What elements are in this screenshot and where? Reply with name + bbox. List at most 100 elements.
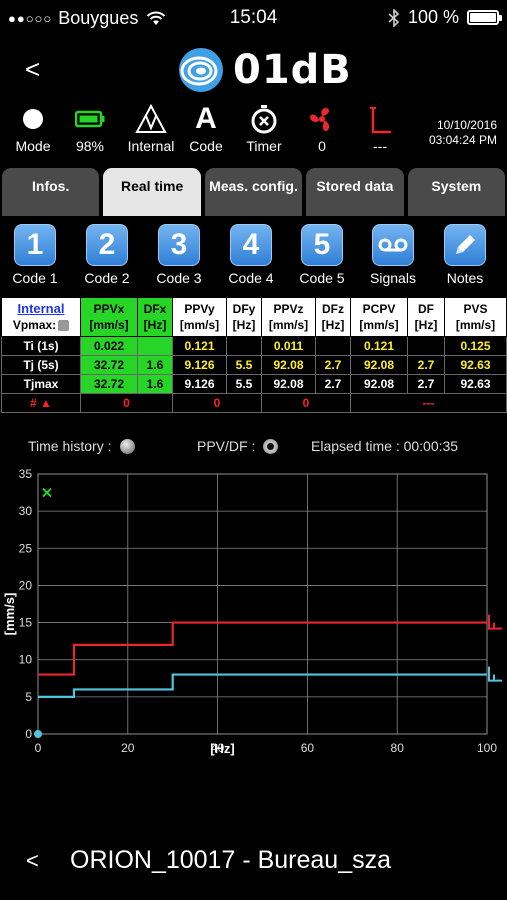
code-label: Code 3 (156, 270, 202, 286)
x-tick-label: 20 (121, 741, 135, 755)
table-row: Tjmax 32.72 1.6 9.126 5.5 92.08 2.7 92.0… (1, 374, 507, 394)
device-datetime: 10/10/2016 03:04:24 PM (429, 118, 497, 148)
plot-area (37, 473, 488, 735)
header-unit: [mm/s] (455, 318, 496, 332)
code-label: Code 1 (12, 270, 58, 286)
col-header-dfz: DFz [Hz] (315, 297, 351, 337)
indicator-label: Timer (246, 138, 282, 154)
header-unit: [Hz] (232, 318, 256, 332)
battery-percent: 100 % (407, 7, 459, 27)
table-cell: 92.08 (350, 355, 408, 375)
device-time: 03:04:24 PM (428, 133, 497, 147)
header-unit: [mm/s] (268, 318, 309, 332)
alarm-row: # ▲ 0 0 0 --- (1, 393, 507, 413)
row-label: Ti (1s) (1, 336, 81, 356)
table-cell: 9.126 (172, 355, 227, 375)
back-device-button[interactable]: < (26, 848, 39, 874)
voicemail-icon (372, 224, 414, 266)
signals-button[interactable]: Signals (353, 224, 433, 286)
code-label: Code 2 (84, 270, 130, 286)
series-end-marker-1 (488, 614, 502, 630)
indicator-code[interactable]: A Code (176, 102, 236, 154)
code-5-icon: 5 (301, 224, 343, 266)
table-corner: Internal Vpmax: (1, 297, 81, 337)
table-cell: 92.63 (444, 374, 507, 394)
vpmax-checkbox[interactable] (58, 320, 70, 332)
notes-button[interactable]: Notes (425, 224, 505, 286)
x-tick-label: 100 (477, 741, 497, 755)
table-cell: 5.5 (226, 355, 262, 375)
table-cell: 5.5 (226, 374, 262, 394)
header-name: DFy (232, 302, 256, 316)
code-4-button[interactable]: 4 Code 4 (211, 224, 291, 286)
table-cell: 32.72 (80, 374, 138, 394)
header-name: DFz (322, 302, 344, 316)
col-header-dfy: DFy [Hz] (226, 297, 262, 337)
y-tick-label: 0 (25, 727, 32, 741)
ppv-df-option[interactable]: PPV/DF : (197, 438, 279, 454)
code-2-button[interactable]: 2 Code 2 (67, 224, 147, 286)
internal-link[interactable]: Internal (3, 301, 80, 317)
indicator-trigger: --- (350, 104, 410, 154)
table-cell: 1.6 (137, 355, 173, 375)
x-axis-label: [Hz] (210, 741, 235, 756)
trigger-red-icon (370, 107, 391, 134)
table-cell: 92.08 (261, 355, 316, 375)
header-unit: [mm/s] (179, 318, 220, 332)
table-cell: 92.08 (261, 374, 316, 394)
code-4-icon: 4 (230, 224, 272, 266)
series-end-marker-2 (488, 666, 502, 682)
tab-stored-data[interactable]: Stored data (306, 168, 404, 216)
code-label: Notes (446, 270, 484, 286)
indicator-internal[interactable]: Internal (121, 104, 181, 154)
x-tick-label: 80 (391, 741, 405, 755)
code-buttons: 1 Code 1 2 Code 2 3 Code 3 4 Code 4 5 Co… (0, 224, 507, 292)
header-name: PPVy (184, 302, 215, 316)
ppv-df-radio[interactable] (263, 438, 279, 454)
tab-meas-config[interactable]: Meas. config. (204, 168, 303, 216)
timer-icon (251, 105, 277, 134)
code-3-button[interactable]: 3 Code 3 (139, 224, 219, 286)
indicator-timer[interactable]: Timer (234, 104, 294, 154)
tab-real-time[interactable]: Real time (103, 168, 201, 216)
col-header-ppvz: PPVz [mm/s] (261, 297, 316, 337)
tab-bar: Infos. Real time Meas. config. Stored da… (2, 168, 506, 216)
code-label: Code 4 (228, 270, 274, 286)
y-tick-label: 10 (19, 653, 33, 667)
measurement-table: Internal Vpmax: PPVx [mm/s] DFx [Hz] PPVy [… (1, 297, 507, 413)
indicator-bar: Mode 98% Internal A Code Timer 0 --- 10/… (0, 102, 507, 164)
table-row: Ti (1s) 0.022 0.121 0.011 0.121 0.125 (1, 336, 507, 356)
time-history-radio[interactable] (119, 438, 135, 454)
table-header-row: Internal Vpmax: PPVx [mm/s] DFx [Hz] PPVy [… (1, 297, 507, 337)
logo-rings-icon (179, 48, 223, 92)
time-history-label: Time history : (28, 438, 112, 454)
header-unit: [Hz] (143, 318, 167, 332)
indicator-label: 98% (75, 138, 105, 154)
col-header-df: DF [Hz] (407, 297, 445, 337)
vpmax-text: Vpmax: (12, 318, 57, 332)
back-button[interactable]: < (25, 54, 40, 85)
alarm-count-pcpv: --- (350, 393, 507, 413)
table-cell: 92.08 (350, 374, 408, 394)
data-point-2 (34, 730, 42, 738)
code-5-button[interactable]: 5 Code 5 (282, 224, 362, 286)
table-cell: 2.7 (315, 374, 351, 394)
tab-system[interactable]: System (407, 168, 506, 216)
elapsed-time: Elapsed time : 00:00:35 (311, 438, 458, 454)
code-2-icon: 2 (86, 224, 128, 266)
tab-infos[interactable]: Infos. (2, 168, 100, 216)
header-unit: [mm/s] (89, 318, 129, 332)
header-name: PCPV (362, 302, 396, 316)
table-cell: 2.7 (315, 355, 351, 375)
table-cell: 0.121 (172, 336, 227, 356)
indicator-label: --- (373, 138, 387, 154)
time-history-option[interactable]: Time history : (28, 438, 135, 454)
indicator-mode[interactable]: Mode (3, 104, 63, 154)
code-letter-icon: A (195, 102, 217, 135)
device-name: ORION_10017 - Bureau_sza (70, 846, 392, 874)
table-cell: 92.63 (444, 355, 507, 375)
elapsed-time-label: Elapsed time : 00:00:35 (311, 438, 459, 454)
code-1-button[interactable]: 1 Code 1 (0, 224, 75, 286)
header-unit: [Hz] (321, 318, 345, 332)
internal-trigger-icon (135, 104, 167, 133)
